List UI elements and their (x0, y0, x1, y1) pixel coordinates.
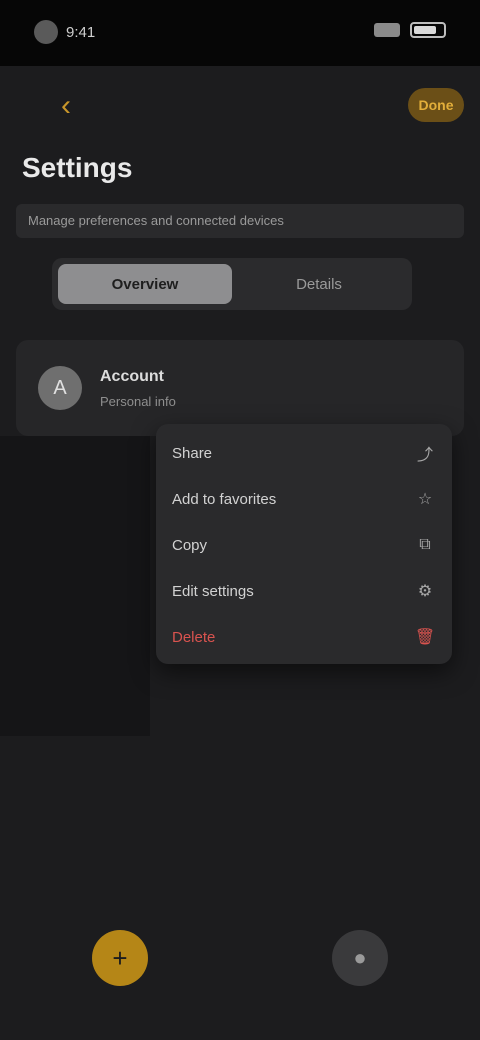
status-left: 9:41 (34, 20, 95, 44)
top-nav: ‹ Done (0, 66, 480, 146)
back-button[interactable]: ‹ (46, 86, 86, 126)
copy-icon: ⧉ (419, 536, 431, 553)
menu-item-share[interactable]: Share ⤴ (156, 430, 452, 476)
page-title: Settings (22, 152, 133, 183)
user-icon: ● (353, 945, 367, 970)
tab-details[interactable]: Details (232, 264, 406, 304)
card-title: Account (100, 368, 164, 385)
menu-item-copy[interactable]: Copy ⧉ (156, 522, 452, 568)
menu-item-delete[interactable]: Delete 🗑 (156, 614, 452, 660)
gear-icon: ⚙ (417, 583, 433, 600)
page-subtitle: Manage preferences and connected devices (16, 204, 464, 238)
status-time: 9:41 (66, 23, 96, 41)
menu-item-label: Edit settings (172, 582, 254, 600)
add-button[interactable]: + (92, 930, 148, 986)
account-card[interactable]: A Account Personal info (16, 340, 464, 436)
card-subtitle: Personal info (100, 394, 176, 409)
menu-item-edit[interactable]: Edit settings ⚙ (156, 568, 452, 614)
menu-item-favorite[interactable]: Add to favorites ☆ (156, 476, 452, 522)
camera-dot-icon (34, 20, 58, 44)
side-panel (0, 436, 150, 736)
menu-item-label: Delete (172, 628, 216, 646)
battery-icon (410, 22, 446, 38)
menu-item-label: Copy (172, 536, 208, 554)
star-icon: ☆ (417, 491, 433, 508)
signal-icon (374, 23, 400, 37)
profile-button[interactable]: ● (332, 930, 388, 986)
bottom-nav: + ● (0, 900, 480, 1040)
status-right (374, 22, 446, 38)
avatar: A (38, 366, 82, 410)
share-icon: ⤴ (416, 447, 433, 464)
chevron-left-icon: ‹ (61, 89, 71, 122)
tab-overview[interactable]: Overview (58, 264, 232, 304)
segmented-control: Overview Details (52, 258, 412, 310)
menu-item-label: Share (172, 444, 213, 462)
app-screen: 9:41 ‹ Done Settings Manage preferences … (0, 0, 480, 1040)
menu-item-label: Add to favorites (172, 490, 277, 508)
plus-icon: + (112, 942, 128, 973)
status-bar: 9:41 (0, 0, 480, 66)
context-menu: Share ⤴ Add to favorites ☆ Copy ⧉ Edit s… (156, 424, 452, 664)
trash-icon: 🗑 (414, 629, 436, 646)
done-button[interactable]: Done (408, 88, 464, 122)
